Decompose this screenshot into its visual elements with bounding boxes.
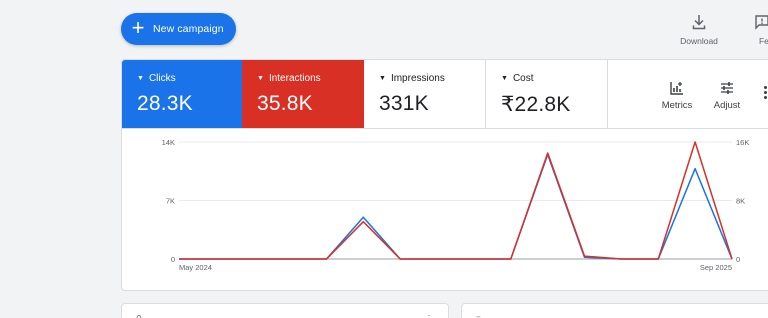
dropdown-triangle-icon: ▼ <box>379 75 386 82</box>
metric-tile-clicks[interactable]: ▼ Clicks 28.3K <box>122 60 242 129</box>
metric-name: Clicks <box>148 73 176 84</box>
metric-name: Cost <box>512 73 534 84</box>
metric-value: 28.3K <box>137 92 193 115</box>
metric-name: Interactions <box>268 73 321 84</box>
metric-name: Impressions <box>390 73 445 84</box>
sort-icon: ≡ <box>476 314 481 318</box>
performance-chart: 14K 16K 7K 8K 0 0 May 2024 Sep 2025 <box>162 138 750 272</box>
adjust-icon <box>721 82 733 94</box>
left-axis-tick: 7K <box>166 197 175 206</box>
search-icon: ⚲ <box>136 314 142 318</box>
bottom-card-left: ⚲ ⋮ <box>121 303 449 318</box>
series-line-clicks <box>179 153 733 260</box>
right-axis-tick: 0 <box>736 255 740 264</box>
performance-card: ▼ Clicks 28.3K ▼ Interactions 35.8K ▼ Impre… <box>121 59 768 291</box>
left-axis-tick: 14K <box>162 138 175 147</box>
more-options-icon[interactable]: ⋮ <box>425 314 434 318</box>
bottom-card-right: ≡ <box>461 303 768 318</box>
right-axis-tick: 16K <box>736 138 749 147</box>
metric-value: 331K <box>379 92 429 115</box>
plus-icon: + <box>131 15 145 40</box>
more-options-icon[interactable] <box>764 86 768 101</box>
metric-tile-interactions[interactable]: ▼ Interactions 35.8K <box>242 60 364 129</box>
dropdown-triangle-icon: ▼ <box>501 75 508 82</box>
x-axis-start-label: May 2024 <box>179 263 212 272</box>
tile-divider <box>122 128 768 129</box>
metric-tile-cost[interactable]: ▼ Cost ₹22.8K <box>486 60 608 129</box>
adjust-label: Adjust <box>713 100 741 111</box>
download-icon <box>692 15 706 30</box>
download-label: Download <box>680 36 718 46</box>
left-axis-tick: 0 <box>171 255 175 264</box>
feedback-label: Feedb <box>758 36 768 46</box>
adjust-button[interactable]: Adjust <box>710 80 744 111</box>
feedback-button[interactable]: Feedb <box>738 14 768 46</box>
metrics-icon <box>670 82 683 95</box>
new-campaign-label: New campaign <box>153 23 224 35</box>
dropdown-triangle-icon: ▼ <box>257 75 264 82</box>
metrics-label: Metrics <box>661 100 693 111</box>
metric-value: 35.8K <box>257 92 313 115</box>
metric-value: ₹22.8K <box>501 93 571 116</box>
feedback-icon <box>755 15 768 30</box>
download-button[interactable]: Download <box>676 14 722 46</box>
new-campaign-button[interactable]: + New campaign <box>121 13 236 45</box>
metric-tile-impressions[interactable]: ▼ Impressions 331K <box>364 60 486 129</box>
x-axis-end-label: Sep 2025 <box>700 263 732 272</box>
metrics-button[interactable]: Metrics <box>659 80 695 111</box>
right-axis-tick: 8K <box>736 197 745 206</box>
dropdown-triangle-icon: ▼ <box>137 75 144 82</box>
